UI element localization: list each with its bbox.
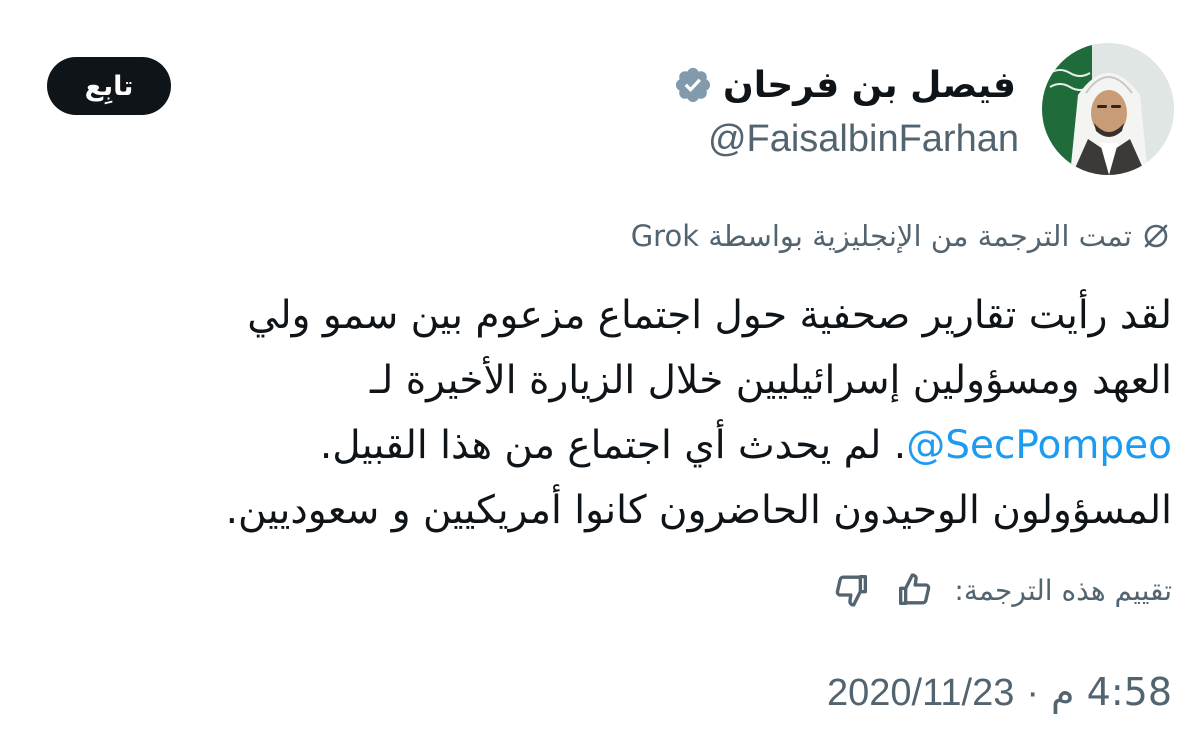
tweet-text-fragment: . لم يحدث أي اجتماع من هذا القبيل. [319, 423, 907, 468]
translate-icon [1140, 220, 1172, 252]
tweet-text: لقد رأيت تقارير صحفية حول اجتماع مزعوم ب… [22, 283, 1172, 543]
tweet-text-line: المسؤولون الوحيدون الحاضرون كانوا أمريكي… [225, 488, 1172, 533]
translation-notice: تمت الترجمة من الإنجليزية بواسطة Grok [631, 213, 1172, 259]
thumbs-up-icon[interactable] [892, 568, 936, 612]
translation-notice-text: تمت الترجمة من الإنجليزية بواسطة Grok [630, 219, 1132, 253]
rate-translation-row: تقييم هذه الترجمة: [830, 566, 1172, 614]
user-handle[interactable]: @FaisalbinFarhan [708, 118, 1019, 161]
avatar[interactable] [1042, 43, 1174, 175]
thumbs-down-icon[interactable] [830, 568, 874, 612]
tweet-time: 4:58 م [1051, 670, 1172, 714]
verified-badge-icon [673, 65, 713, 105]
tweet-text-line: العهد ومسؤولين إسرائيليين خلال الزيارة ا… [370, 358, 1172, 403]
mention-link[interactable]: @SecPompeo [906, 423, 1172, 468]
name-row: فيصل بن فرحان [673, 60, 1016, 110]
tweet-date: 2020/11/23 [827, 672, 1015, 714]
tweet-text-line: لقد رأيت تقارير صحفية حول اجتماع مزعوم ب… [247, 293, 1172, 338]
tweet-text-line: @SecPompeo. لم يحدث أي اجتماع من هذا الق… [22, 413, 1172, 478]
rate-translation-label: تقييم هذه الترجمة: [954, 573, 1172, 607]
tweet-timestamp[interactable]: 2020/11/23 · 4:58 م [827, 670, 1172, 715]
tweet-card: فيصل بن فرحان @FaisalbinFarhan تابِع تمت… [0, 0, 1199, 740]
follow-button[interactable]: تابِع [47, 57, 171, 115]
profile-photo-icon [1042, 43, 1174, 175]
display-name[interactable]: فيصل بن فرحان [723, 65, 1016, 106]
timestamp-separator: · [1026, 672, 1040, 714]
